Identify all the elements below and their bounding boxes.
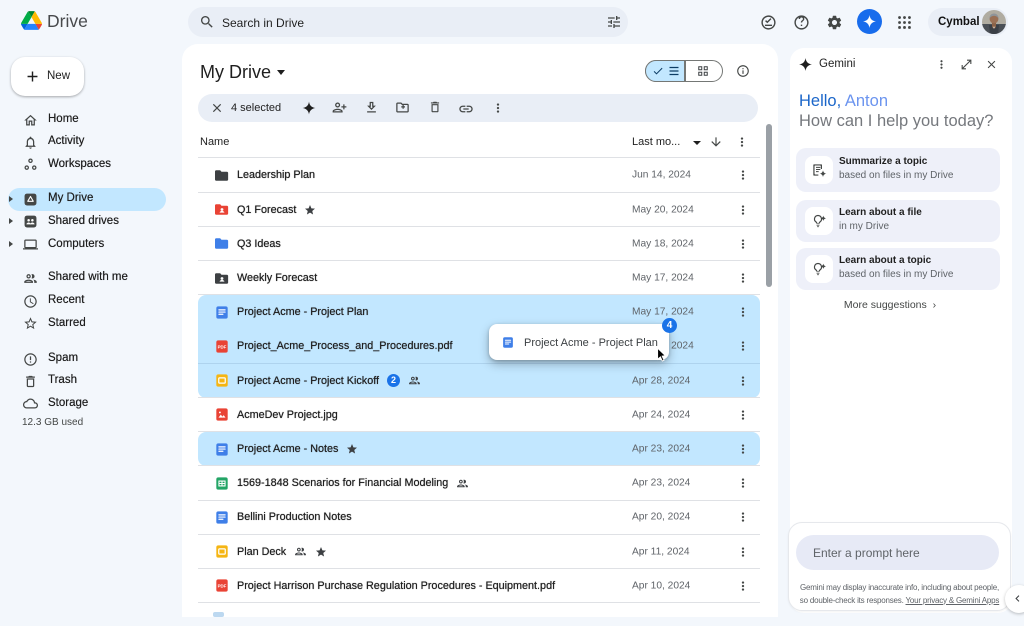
svg-text:PDF: PDF [218, 584, 227, 589]
svg-text:PDF: PDF [218, 344, 227, 349]
